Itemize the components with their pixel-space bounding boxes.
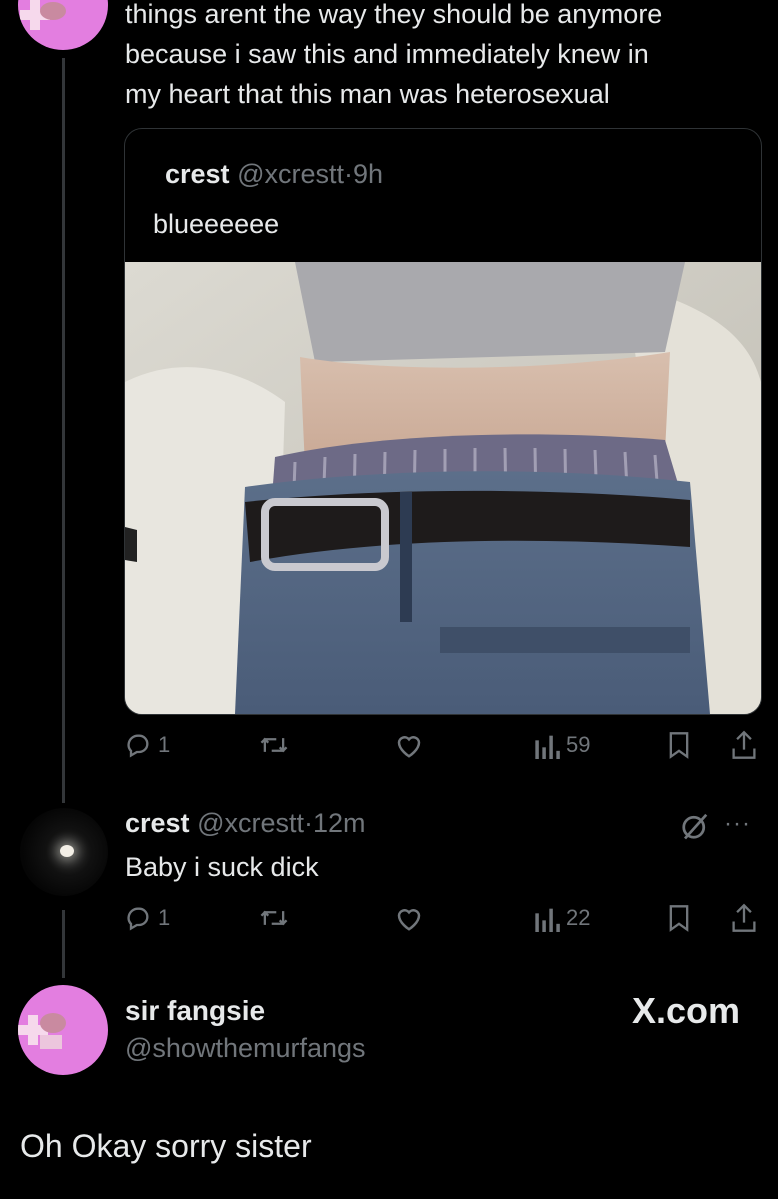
- author-handle[interactable]: @showthemurfangs: [125, 1033, 366, 1064]
- bookmark-action[interactable]: [666, 903, 692, 933]
- more-icon[interactable]: ···: [724, 810, 751, 838]
- reply-tweet-text: Baby i suck dick: [125, 852, 319, 882]
- reply-count: 1: [158, 905, 171, 930]
- bookmark-icon: [669, 732, 689, 759]
- reply-count: 1: [158, 732, 171, 757]
- avatar[interactable]: [18, 985, 108, 1075]
- views-action[interactable]: 22: [534, 903, 590, 933]
- quoted-tweet-text: blueeeeee: [153, 209, 280, 239]
- thread-line-top: [62, 58, 65, 803]
- reply-author-handle[interactable]: @xcrestt: [197, 808, 304, 838]
- quoted-author-handle[interactable]: @xcrestt: [237, 159, 344, 189]
- caption-text: Oh Okay sorry sister: [20, 1128, 312, 1164]
- retweet-icon: [260, 737, 288, 753]
- reply-action[interactable]: 1: [124, 730, 170, 760]
- author-name[interactable]: sir fangsie: [125, 995, 265, 1027]
- views-count: 22: [566, 905, 591, 930]
- tweet-text-line: things arent the way they should be anym…: [125, 0, 663, 29]
- share-icon: [732, 903, 756, 932]
- views-icon: [535, 908, 560, 932]
- tweet-text-line: my heart that this man was heterosexual: [125, 79, 610, 109]
- thread-line-bottom: [62, 910, 65, 978]
- heart-icon: [397, 736, 421, 758]
- like-action[interactable]: [394, 730, 424, 760]
- share-action[interactable]: [731, 730, 757, 760]
- reply-icon: [127, 734, 149, 758]
- share-icon: [732, 730, 756, 759]
- grok-icon[interactable]: [680, 811, 710, 841]
- tweet-text-line: because i saw this and immediately knew …: [125, 39, 649, 69]
- reply-action[interactable]: 1: [124, 903, 170, 933]
- brand-logo: X.com: [631, 990, 740, 1031]
- reply-time[interactable]: 12m: [313, 808, 366, 838]
- share-action[interactable]: [731, 903, 757, 933]
- bookmark-icon: [669, 905, 689, 932]
- avatar[interactable]: [20, 808, 108, 896]
- avatar[interactable]: [18, 0, 108, 50]
- retweet-action[interactable]: [258, 903, 290, 933]
- quoted-author-name[interactable]: crest: [165, 159, 230, 189]
- like-action[interactable]: [394, 903, 424, 933]
- bookmark-action[interactable]: [666, 730, 692, 760]
- quoted-tweet-header: crest @xcrestt·9h: [165, 159, 383, 190]
- heart-icon: [397, 909, 421, 931]
- dot-separator: ·: [343, 159, 353, 189]
- quoted-time[interactable]: 9h: [353, 159, 383, 189]
- reply-icon: [127, 907, 149, 931]
- quoted-tweet-card[interactable]: crest @xcrestt·9h blueeeeee: [124, 128, 762, 715]
- views-count: 59: [566, 732, 591, 757]
- reply-tweet-header: crest @xcrestt·12m: [125, 808, 366, 839]
- views-action[interactable]: 59: [534, 730, 590, 760]
- dot-separator: ·: [303, 808, 313, 838]
- retweet-icon: [260, 910, 288, 926]
- retweet-action[interactable]: [258, 730, 290, 760]
- reply-author-name[interactable]: crest: [125, 808, 190, 838]
- quoted-tweet-photo[interactable]: [125, 262, 761, 714]
- views-icon: [535, 735, 560, 759]
